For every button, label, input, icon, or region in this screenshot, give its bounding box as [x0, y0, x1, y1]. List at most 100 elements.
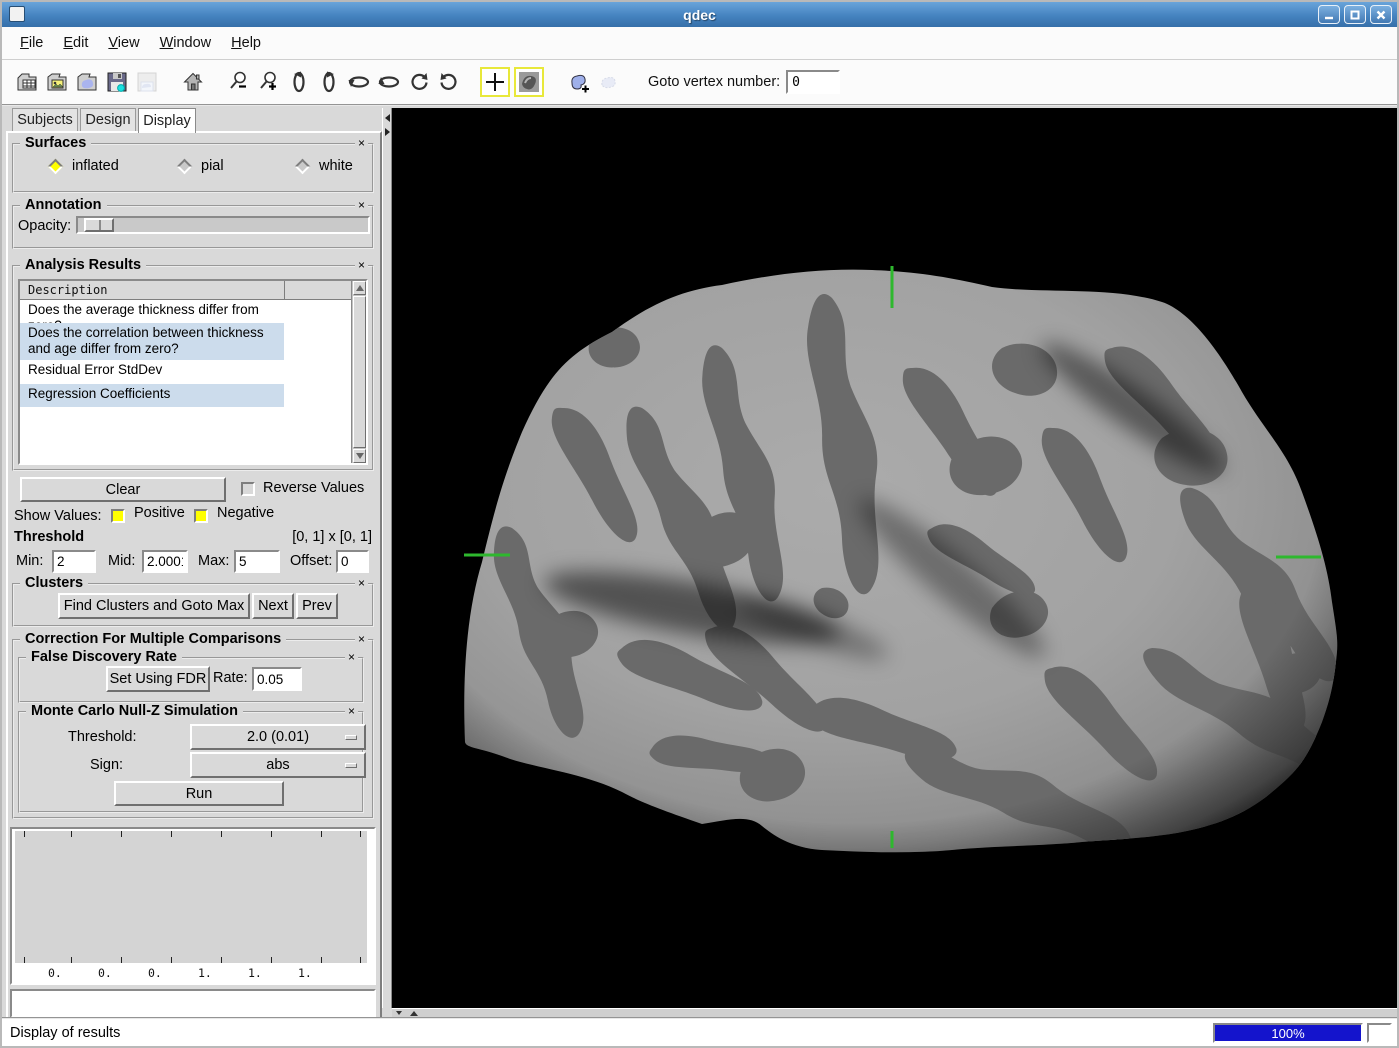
- analysis-results-close-button[interactable]: ×: [355, 258, 368, 272]
- home-button[interactable]: [178, 66, 208, 98]
- maximize-button[interactable]: [1344, 5, 1366, 24]
- tab-design[interactable]: Design: [80, 108, 136, 131]
- tab-scroll-left-icon[interactable]: [385, 114, 390, 122]
- list-item[interactable]: Does the average thickness differ from z…: [20, 300, 366, 323]
- mc-threshold-dropdown[interactable]: 2.0 (0.01): [190, 724, 366, 750]
- analysis-results-frame: Analysis Results × Description Does the …: [12, 265, 374, 471]
- find-clusters-button[interactable]: Find Clusters and Goto Max: [58, 593, 250, 619]
- threshold-max-label: Max:: [198, 553, 229, 569]
- set-using-fdr-button[interactable]: Set Using FDR: [106, 666, 210, 692]
- opacity-slider[interactable]: [76, 216, 370, 234]
- rotate-down-button[interactable]: [374, 66, 404, 98]
- tab-scroll-right-icon[interactable]: [385, 128, 390, 136]
- pane-sash[interactable]: [382, 108, 392, 1008]
- rotate-clockwise-button[interactable]: [434, 66, 464, 98]
- radio-pial[interactable]: [177, 159, 193, 175]
- rotate-counterclockwise-button[interactable]: [404, 66, 434, 98]
- positive-checkbox[interactable]: [111, 509, 125, 523]
- view-horizontal-scrollbar[interactable]: [392, 1008, 1398, 1017]
- resize-grip[interactable]: [1367, 1023, 1392, 1043]
- next-cluster-button[interactable]: Next: [252, 593, 294, 619]
- negative-label[interactable]: Negative: [217, 505, 274, 521]
- correction-close-button[interactable]: ×: [355, 632, 368, 646]
- list-item[interactable]: Residual Error StdDev: [20, 360, 366, 384]
- optionmenu-indicator-icon: [345, 735, 357, 740]
- rotate-right-button[interactable]: [314, 66, 344, 98]
- correction-frame: Correction For Multiple Comparisons × Fa…: [12, 639, 374, 819]
- load-label-icon: [75, 70, 99, 94]
- scroll-up-icon[interactable]: [353, 281, 366, 295]
- radio-inflated-label[interactable]: inflated: [72, 158, 119, 174]
- scrollbar-thumb[interactable]: [353, 296, 366, 448]
- titlebar[interactable]: qdec: [2, 2, 1397, 27]
- scroll-down-icon[interactable]: [353, 449, 366, 463]
- surface-render-view[interactable]: [392, 108, 1398, 1008]
- progress-bar: 100%: [1213, 1023, 1363, 1043]
- rotate-up-button[interactable]: [344, 66, 374, 98]
- minimize-button[interactable]: [1318, 5, 1340, 24]
- list-scrollbar[interactable]: [351, 281, 366, 463]
- clusters-close-button[interactable]: ×: [355, 576, 368, 590]
- zoom-out-icon: [227, 70, 251, 94]
- threshold-mid-input[interactable]: [142, 550, 188, 573]
- mc-threshold-label: Threshold:: [68, 729, 137, 745]
- x-tick-label: 1.: [298, 966, 312, 980]
- menu-edit[interactable]: Edit: [55, 31, 100, 55]
- annotation-close-button[interactable]: ×: [355, 198, 368, 212]
- radio-white-label[interactable]: white: [319, 158, 353, 174]
- home-icon: [181, 70, 205, 94]
- rotate-up-icon: [347, 70, 371, 94]
- menu-file[interactable]: File: [12, 31, 55, 55]
- threshold-offset-input[interactable]: [336, 550, 369, 573]
- reverse-values-checkbox[interactable]: [241, 482, 255, 496]
- clusters-title: Clusters: [20, 575, 88, 591]
- positive-label[interactable]: Positive: [134, 505, 185, 521]
- save-data-table-button[interactable]: [102, 66, 132, 98]
- fdr-rate-input[interactable]: [252, 667, 302, 691]
- fdr-close-button[interactable]: ×: [345, 650, 358, 664]
- annotation-title: Annotation: [20, 197, 107, 213]
- threshold-max-input[interactable]: [234, 550, 280, 573]
- load-label-button[interactable]: [72, 66, 102, 98]
- load-project-file-button[interactable]: [42, 66, 72, 98]
- list-item[interactable]: Regression Coefficients: [20, 384, 366, 407]
- add-selection-label-button[interactable]: [564, 66, 594, 98]
- monte-carlo-close-button[interactable]: ×: [345, 704, 358, 718]
- prev-cluster-button[interactable]: Prev: [296, 593, 338, 619]
- zoom-in-icon: [257, 70, 281, 94]
- zoom-out-button[interactable]: [224, 66, 254, 98]
- threshold-mid-label: Mid:: [108, 553, 135, 569]
- mc-sign-label: Sign:: [90, 757, 123, 773]
- menu-view[interactable]: View: [100, 31, 151, 55]
- rotate-right-icon: [317, 70, 341, 94]
- x-tick-label: 0.: [48, 966, 62, 980]
- surfaces-close-button[interactable]: ×: [355, 136, 368, 150]
- menu-help[interactable]: Help: [223, 31, 273, 55]
- radio-inflated[interactable]: [48, 159, 64, 175]
- radio-white[interactable]: [295, 159, 311, 175]
- show-cursor-toggle[interactable]: [480, 67, 510, 97]
- load-data-table-button[interactable]: [12, 66, 42, 98]
- close-button[interactable]: [1370, 5, 1392, 24]
- show-curvature-toggle[interactable]: [514, 67, 544, 97]
- rotate-left-button[interactable]: [284, 66, 314, 98]
- radio-pial-label[interactable]: pial: [201, 158, 224, 174]
- mc-sign-dropdown[interactable]: abs: [190, 752, 366, 778]
- tab-subjects[interactable]: Subjects: [12, 108, 78, 131]
- goto-vertex-input[interactable]: [786, 70, 840, 94]
- mc-run-button[interactable]: Run: [114, 781, 284, 806]
- clear-button[interactable]: Clear: [20, 477, 226, 502]
- threshold-min-input[interactable]: [52, 550, 96, 573]
- zoom-in-button[interactable]: [254, 66, 284, 98]
- scroll-glyph-icon: [396, 1011, 402, 1015]
- window-icon: [9, 6, 25, 22]
- menu-window[interactable]: Window: [152, 31, 224, 55]
- list-item[interactable]: Does the correlation between thickness a…: [20, 323, 366, 360]
- surfaces-frame: Surfaces × inflated pial white: [12, 143, 374, 193]
- curvature-surface-icon: [517, 70, 541, 94]
- negative-checkbox[interactable]: [194, 509, 208, 523]
- opacity-slider-handle[interactable]: [84, 218, 114, 232]
- threshold-offset-label: Offset:: [290, 553, 332, 569]
- reverse-values-label[interactable]: Reverse Values: [263, 480, 364, 496]
- tab-display[interactable]: Display: [138, 108, 196, 133]
